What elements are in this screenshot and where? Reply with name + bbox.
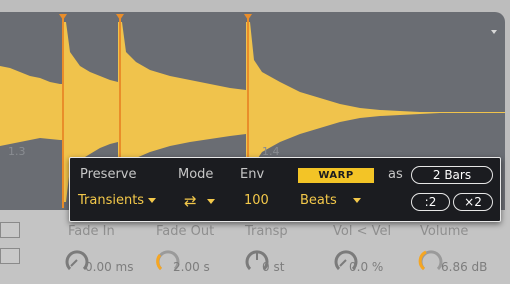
warp-mode-dropdown[interactable]: Beats: [300, 193, 361, 208]
warp-mode-value: Beats: [300, 193, 337, 208]
env-label: Env: [240, 167, 265, 182]
side-toggle[interactable]: [0, 222, 20, 238]
sampler-view: 1.3 1.4 Fade In Fade Out Transp Vol < Ve…: [0, 0, 510, 284]
waveform-segment: [0, 66, 62, 146]
vol-vel-value: 0.0 %: [349, 260, 384, 274]
fade-in-label: Fade In: [68, 224, 115, 239]
double-tempo-button[interactable]: ×2: [453, 193, 493, 211]
half-tempo-button[interactable]: :2: [411, 193, 450, 211]
preserve-value: Transients: [78, 193, 145, 208]
warp-marker-head: [59, 14, 67, 20]
warp-bars-field[interactable]: 2 Bars: [411, 166, 493, 184]
loop-mode-icon: ⇄: [184, 192, 197, 210]
bar-marker-label: 1.3: [8, 145, 26, 158]
loop-end-marker[interactable]: [491, 30, 497, 34]
warp-button[interactable]: WARP: [298, 168, 374, 183]
vol-vel-label: Vol < Vel: [333, 224, 392, 239]
chevron-down-icon: [148, 198, 157, 203]
warp-marker-head: [116, 14, 124, 20]
volume-value: 6.86 dB: [441, 260, 488, 274]
loop-mode-dropdown[interactable]: ⇄: [184, 192, 215, 210]
volume-label: Volume: [420, 224, 469, 239]
fade-in-value: 0.00 ms: [85, 260, 134, 274]
as-label: as: [388, 167, 403, 182]
chevron-down-icon: [352, 198, 361, 203]
fade-out-value: 2.00 s: [173, 260, 210, 274]
warp-panel: Preserve Mode Env WARP as 2 Bars Transie…: [69, 157, 501, 222]
transp-value: 0 st: [262, 260, 285, 274]
env-field[interactable]: 100: [244, 193, 269, 208]
transp-label: Transp: [245, 224, 288, 239]
side-toggle[interactable]: [0, 248, 20, 264]
warp-marker-head: [244, 14, 252, 20]
chevron-down-icon: [206, 199, 215, 204]
fade-out-label: Fade Out: [156, 224, 215, 239]
preserve-label: Preserve: [80, 167, 137, 182]
mode-label: Mode: [178, 167, 214, 182]
preserve-dropdown[interactable]: Transients: [78, 193, 157, 208]
